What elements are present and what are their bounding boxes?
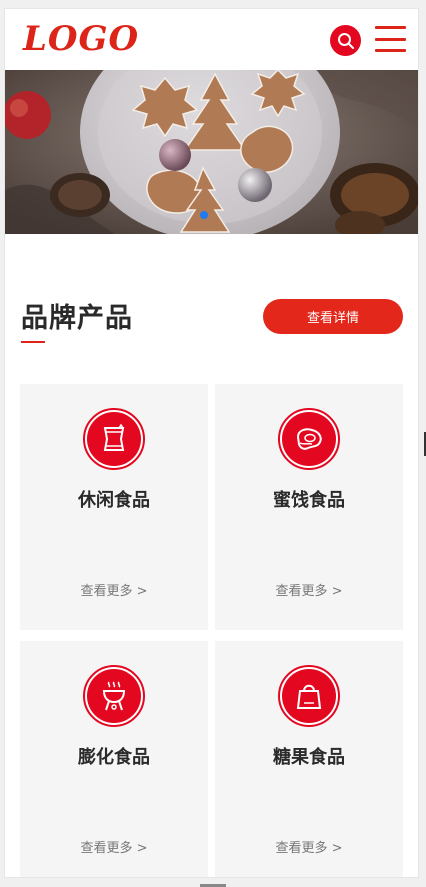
product-card-leisure[interactable]: 休闲食品 查看更多 >: [20, 384, 208, 630]
section-title: 品牌产品: [21, 303, 133, 334]
logo[interactable]: LOGO: [23, 19, 139, 59]
icon-ring: [278, 665, 340, 727]
icon-ring: [83, 408, 145, 470]
grill-icon: [87, 669, 141, 723]
title-underline: [21, 341, 45, 343]
shopping-bag-icon: [282, 669, 336, 723]
carousel-dot-active[interactable]: [200, 211, 208, 219]
product-title: 休闲食品: [78, 490, 150, 511]
icon-ring: [83, 665, 145, 727]
search-button[interactable]: [330, 25, 361, 56]
snack-bag-icon: [87, 412, 141, 466]
page-frame: LOGO 品牌产品 查看详情 休闲食品 查看更多 > 蜜饯食品 查看更多 > 膨…: [4, 8, 419, 878]
view-more-link[interactable]: 查看更多 >: [215, 837, 403, 856]
view-more-link[interactable]: 查看更多 >: [20, 580, 208, 599]
icon-ring: [278, 408, 340, 470]
banner-carousel[interactable]: [5, 70, 418, 234]
product-title: 蜜饯食品: [273, 490, 345, 511]
product-title: 膨化食品: [78, 747, 150, 768]
meat-steak-icon: [282, 412, 336, 466]
view-more-link[interactable]: 查看更多 >: [20, 837, 208, 856]
product-card-puffed[interactable]: 膨化食品 查看更多 >: [20, 641, 208, 877]
hamburger-menu-icon[interactable]: [375, 26, 406, 52]
header: LOGO: [5, 9, 418, 71]
banner-image: [5, 70, 418, 234]
product-card-preserved[interactable]: 蜜饯食品 查看更多 >: [215, 384, 403, 630]
search-icon: [337, 32, 354, 49]
product-title: 糖果食品: [273, 747, 345, 768]
view-more-link[interactable]: 查看更多 >: [215, 580, 403, 599]
product-card-candy[interactable]: 糖果食品 查看更多 >: [215, 641, 403, 877]
view-details-button[interactable]: 查看详情: [263, 299, 403, 334]
